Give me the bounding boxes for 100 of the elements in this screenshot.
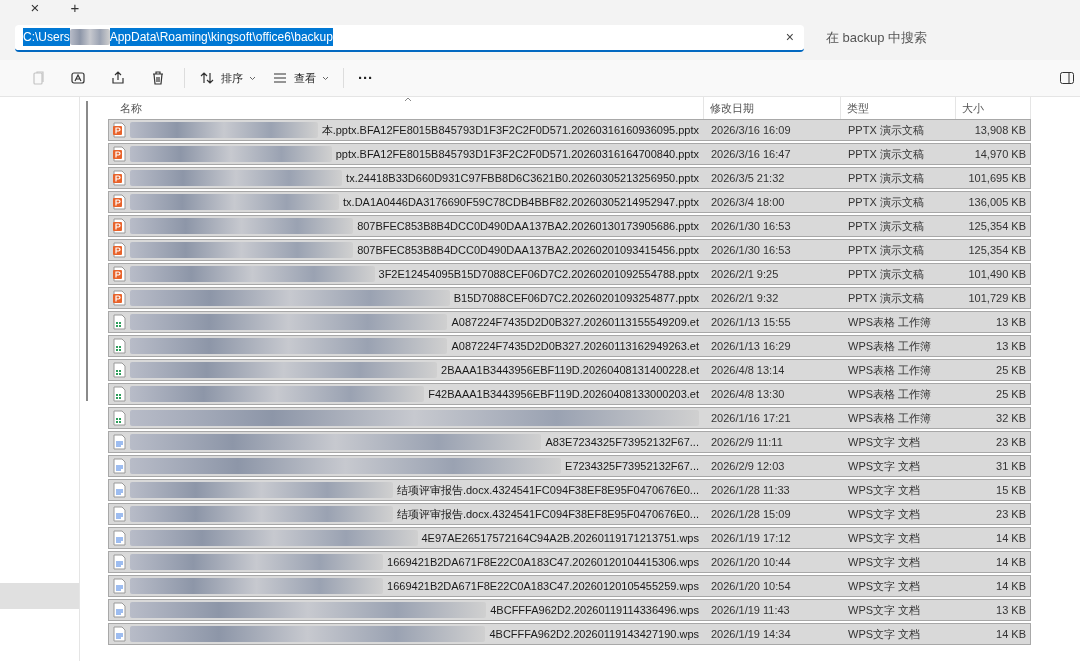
- presentation-file-icon: [112, 290, 126, 306]
- file-row[interactable]: 4E97AE26517572164C94A2B.20260119171213751.wps 2026/1/19 17:12 WPS文字 文档 14 KB: [108, 527, 1031, 549]
- file-row[interactable]: B15D7088CEF06D7C2.20260201093254877.pptx 2026/2/1 9:32 PPTX 演示文稿 101,729 KB: [108, 287, 1031, 309]
- modified-date: 2026/3/4 18:00: [710, 194, 786, 210]
- file-type: WPS文字 文档: [847, 578, 922, 594]
- document-file-icon: [112, 458, 126, 474]
- modified-date: 2026/1/20 10:44: [710, 554, 792, 570]
- file-row[interactable]: A83E7234325F73952132F67... 2026/2/9 11:11 WPS文字 文档 23 KB: [108, 431, 1031, 453]
- spreadsheet-file-icon: [112, 410, 126, 426]
- file-row[interactable]: 3F2E12454095B15D7088CEF06D7C2.20260201092554788.pptx 2026/2/1 9:25 PPTX 演示文稿 101,490 KB: [108, 263, 1031, 285]
- file-type: WPS文字 文档: [847, 434, 922, 450]
- file-name: 4BCFFFA962D2.20260119143427190.wps: [489, 626, 699, 642]
- file-size: 13,908 KB: [973, 122, 1027, 138]
- file-type: WPS文字 文档: [847, 458, 922, 474]
- document-file-icon: [112, 530, 126, 546]
- modified-date: 2026/1/28 11:33: [710, 482, 791, 498]
- file-type: WPS表格 工作簿: [847, 338, 933, 354]
- rename-icon: [70, 70, 86, 86]
- document-file-icon: [112, 578, 126, 594]
- address-bar[interactable]: C:\Users AppData\Roaming\kingsoft\office6\backup ×: [15, 24, 804, 52]
- search-field[interactable]: 在 backup 中搜索: [814, 24, 1080, 52]
- view-button[interactable]: 查看: [264, 64, 337, 92]
- column-header[interactable]: 大小: [962, 99, 984, 117]
- close-tab-button[interactable]: ×: [0, 0, 70, 20]
- file-row[interactable]: 807BFEC853B8B4DCC0D490DAA137BA2.20260130173905686.pptx 2026/1/30 16:53 PPTX 演示文稿 125,354 KB: [108, 215, 1031, 237]
- spreadsheet-file-icon: [112, 386, 126, 402]
- modified-date: 2026/3/16 16:09: [710, 122, 792, 138]
- modified-date: 2026/1/19 17:12: [710, 530, 792, 546]
- spreadsheet-file-icon: [112, 314, 126, 330]
- file-name: F42BAAA1B3443956EBF119D.20260408133000203.et: [428, 386, 699, 402]
- file-row[interactable]: tx.DA1A0446DA3176690F59C78CDB4BBF82.20260305214952947.pptx 2026/3/4 18:00 PPTX 演示文稿 136,005 KB: [108, 191, 1031, 213]
- file-size: 32 KB: [995, 410, 1027, 426]
- modified-date: 2026/4/8 13:14: [710, 362, 786, 378]
- file-size: 31 KB: [995, 458, 1027, 474]
- file-name: 1669421B2DA671F8E22C0A183C47.20260120105455259.wps: [387, 578, 699, 594]
- scrollbar-thumb[interactable]: [86, 101, 88, 401]
- document-file-icon: [112, 434, 126, 450]
- file-row[interactable]: tx.24418B33D660D931C97FBB8D6C3621B0.20260305213256950.pptx 2026/3/5 21:32 PPTX 演示文稿 101,695 KB: [108, 167, 1031, 189]
- file-name: tx.24418B33D660D931C97FBB8D6C3621B0.20260305213256950.pptx: [346, 170, 699, 186]
- spreadsheet-file-icon: [112, 338, 126, 354]
- modified-date: 2026/2/1 9:25: [710, 266, 780, 282]
- presentation-file-icon: [112, 266, 126, 282]
- sort-button[interactable]: 排序: [191, 64, 264, 92]
- file-name: A83E7234325F73952132F67...: [545, 434, 699, 450]
- file-row[interactable]: A087224F7435D2D0B327.20260113162949263.et 2026/1/13 16:29 WPS表格 工作簿 13 KB: [108, 335, 1031, 357]
- column-header[interactable]: 名称: [120, 99, 142, 117]
- caret-icon: [249, 75, 256, 81]
- redacted-text: [69, 29, 110, 45]
- details-pane-icon[interactable]: [1060, 72, 1074, 84]
- file-type: PPTX 演示文稿: [847, 146, 925, 162]
- modified-date: 2026/1/13 16:29: [710, 338, 792, 354]
- file-size: 25 KB: [995, 386, 1027, 402]
- modified-date: 2026/4/8 13:30: [710, 386, 786, 402]
- document-file-icon: [112, 482, 126, 498]
- file-row[interactable]: 4BCFFFA962D2.20260119143427190.wps 2026/1/19 14:34 WPS文字 文档 14 KB: [108, 623, 1031, 645]
- new-tab-button[interactable]: +: [70, 0, 80, 20]
- file-size: 101,729 KB: [967, 290, 1027, 306]
- document-file-icon: [112, 626, 126, 642]
- sort-ascending-icon: [404, 97, 412, 102]
- file-name: 807BFEC853B8B4DCC0D490DAA137BA2.20260130173905686.pptx: [357, 218, 699, 234]
- file-row[interactable]: 807BFEC853B8B4DCC0D490DAA137BA2.20260201093415456.pptx 2026/1/30 16:53 PPTX 演示文稿 125,354 KB: [108, 239, 1031, 261]
- file-name: E7234325F73952132F67...: [565, 458, 699, 474]
- file-row[interactable]: 结项评审报告.docx.4324541FC094F38EF8E95F0470676E0... 2026/1/28 15:09 WPS文字 文档 23 KB: [108, 503, 1031, 525]
- file-row[interactable]: 1669421B2DA671F8E22C0A183C47.20260120105455259.wps 2026/1/20 10:54 WPS文字 文档 14 KB: [108, 575, 1031, 597]
- column-header[interactable]: 类型: [847, 99, 869, 117]
- document-file-icon: [112, 602, 126, 618]
- modified-date: 2026/1/19 14:34: [710, 626, 792, 642]
- presentation-file-icon: [112, 122, 126, 138]
- file-row[interactable]: 2026/1/16 17:21 WPS表格 工作簿 32 KB: [108, 407, 1031, 429]
- file-name: 结项评审报告.docx.4324541FC094F38EF8E95F0470676E0...: [396, 482, 699, 498]
- more-button[interactable]: ···: [350, 64, 381, 92]
- file-row[interactable]: 结项评审报告.docx.4324541FC094F38EF8E95F0470676E0... 2026/1/28 11:33 WPS文字 文档 15 KB: [108, 479, 1031, 501]
- modified-date: 2026/1/30 16:53: [710, 242, 792, 258]
- file-size: 13 KB: [995, 338, 1027, 354]
- file-type: WPS表格 工作簿: [847, 314, 933, 330]
- presentation-file-icon: [112, 242, 126, 258]
- document-file-icon: [112, 554, 126, 570]
- file-row[interactable]: F42BAAA1B3443956EBF119D.20260408133000203.et 2026/4/8 13:30 WPS表格 工作簿 25 KB: [108, 383, 1031, 405]
- file-row[interactable]: 本.pptx.BFA12FE8015B845793D1F3F2C2F0D571.20260316160936095.pptx 2026/3/16 16:09 PPTX 演示文稿 13,908 KB: [108, 119, 1031, 141]
- file-type: PPTX 演示文稿: [847, 218, 925, 234]
- modified-date: 2026/1/16 17:21: [710, 410, 792, 426]
- modified-date: 2026/3/16 16:47: [710, 146, 792, 162]
- file-name: A087224F7435D2D0B327.20260113155549209.et: [451, 314, 699, 330]
- file-size: 125,354 KB: [967, 242, 1027, 258]
- trash-icon: [150, 70, 166, 86]
- file-name: B15D7088CEF06D7C2.20260201093254877.pptx: [453, 290, 699, 306]
- file-row[interactable]: 2BAAA1B3443956EBF119D.20260408131400228.et 2026/4/8 13:14 WPS表格 工作簿 25 KB: [108, 359, 1031, 381]
- file-row[interactable]: 4BCFFFA962D2.20260119114336496.wps 2026/1/19 11:43 WPS文字 文档 13 KB: [108, 599, 1031, 621]
- file-type: PPTX 演示文稿: [847, 266, 925, 282]
- column-header[interactable]: 修改日期: [710, 99, 754, 117]
- file-row[interactable]: 1669421B2DA671F8E22C0A183C47.20260120104415306.wps 2026/1/20 10:44 WPS文字 文档 14 KB: [108, 551, 1031, 573]
- file-type: WPS文字 文档: [847, 626, 922, 642]
- presentation-file-icon: [112, 194, 126, 210]
- file-row[interactable]: A087224F7435D2D0B327.20260113155549209.et 2026/1/13 15:55 WPS表格 工作簿 13 KB: [108, 311, 1031, 333]
- file-type: WPS文字 文档: [847, 482, 922, 498]
- modified-date: 2026/1/30 16:53: [710, 218, 792, 234]
- file-row[interactable]: E7234325F73952132F67... 2026/2/9 12:03 WPS文字 文档 31 KB: [108, 455, 1031, 477]
- clear-button[interactable]: ×: [783, 26, 796, 48]
- file-name: pptx.BFA12FE8015B845793D1F3F2C2F0D571.20260316164700840.pptx: [335, 146, 699, 162]
- file-row[interactable]: pptx.BFA12FE8015B845793D1F3F2C2F0D571.20260316164700840.pptx 2026/3/16 16:47 PPTX 演示文稿 14,970 KB: [108, 143, 1031, 165]
